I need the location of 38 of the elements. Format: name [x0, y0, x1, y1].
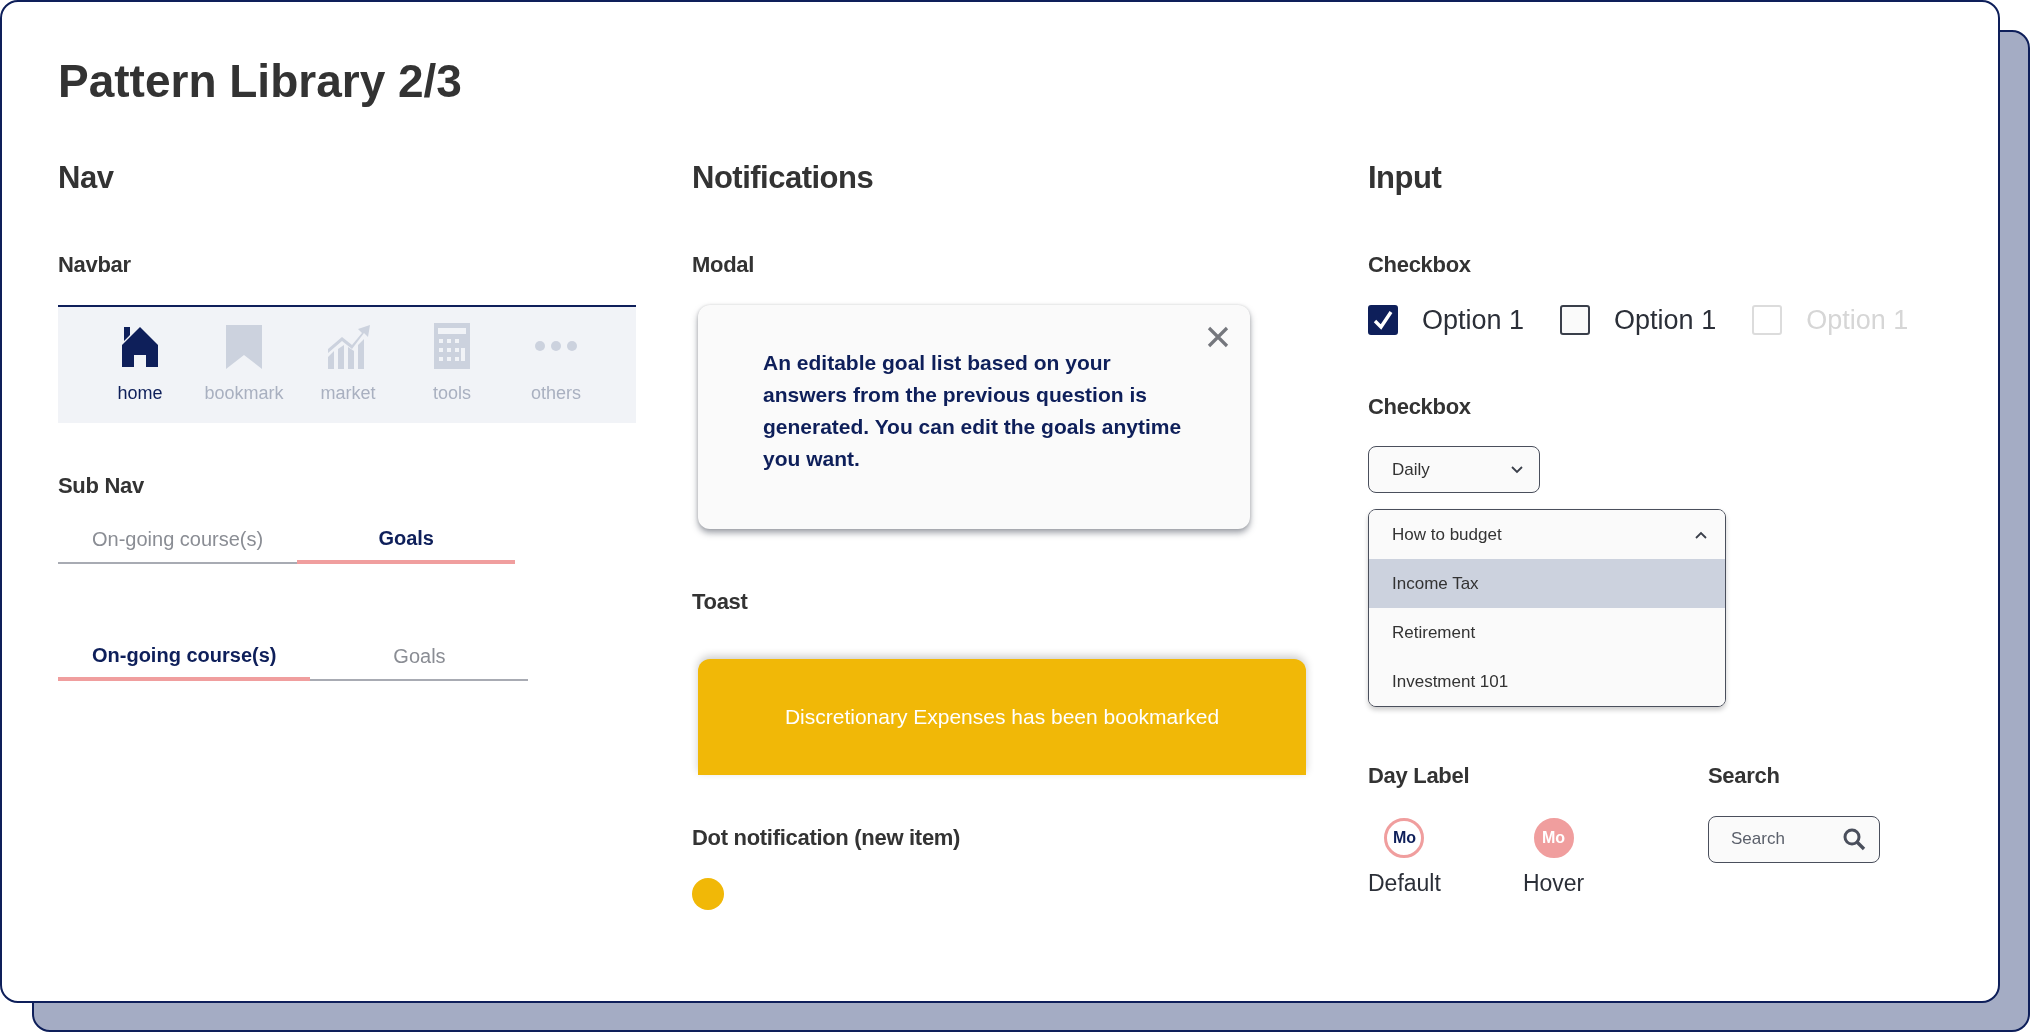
chevron-down-icon	[1511, 465, 1523, 474]
close-icon[interactable]	[1206, 324, 1230, 349]
day-label[interactable]: Mo	[1384, 817, 1425, 858]
more-dots-icon	[534, 340, 578, 351]
toast-message: Discretionary Expenses has been bookmarked	[784, 705, 1220, 730]
dropdown-option[interactable]: Retirement	[1369, 608, 1725, 658]
day-label-caption: Hover	[1522, 869, 1585, 897]
sub-nav-tab[interactable]: On-going course(s)	[58, 644, 311, 682]
checkbox-label: Option 1	[1422, 304, 1525, 336]
search-field[interactable]: Search	[1708, 815, 1880, 863]
subsection-heading: Modal	[692, 252, 756, 279]
chart-icon	[326, 322, 370, 369]
subsection-heading: Checkbox	[1368, 252, 1472, 279]
navbar-item[interactable]: home	[88, 322, 192, 413]
dropdown-option[interactable]: Investment 101	[1369, 657, 1725, 707]
checkbox[interactable]	[1368, 305, 1398, 336]
section-heading: Input	[1368, 159, 1443, 197]
checkbox[interactable]	[1560, 305, 1591, 336]
search-icon	[1842, 826, 1866, 851]
section-heading: Nav	[58, 159, 115, 197]
dropdown-select[interactable]: Daily	[1368, 446, 1540, 494]
dropdown-option[interactable]: Income Tax	[1369, 559, 1725, 609]
subsection-heading: Toast	[692, 588, 749, 616]
sub-nav-tab[interactable]: Goals	[297, 527, 516, 565]
subsection-heading: Sub Nav	[58, 472, 145, 500]
subsection-heading: Checkbox	[1368, 393, 1472, 421]
section-heading: Notifications	[692, 159, 875, 197]
modal-message: An editable goal list based on your answers from the previous question is generated. You can edit the goals anytime you want.	[763, 349, 1183, 472]
checkbox-label: Option 1	[1614, 304, 1717, 336]
subsection-heading: Dot notification (new item)	[692, 825, 962, 852]
page-title: Pattern Library 2/3	[58, 54, 463, 109]
notification-dot	[692, 877, 724, 910]
subsection-heading: Navbar	[58, 252, 132, 279]
dropdown-select[interactable]: How to budget	[1369, 510, 1725, 560]
subsection-heading: Search	[1708, 763, 1781, 790]
subsection-heading: Day Label	[1368, 763, 1471, 790]
chevron-up-icon	[1695, 530, 1707, 539]
day-label-caption: Default	[1368, 869, 1441, 897]
